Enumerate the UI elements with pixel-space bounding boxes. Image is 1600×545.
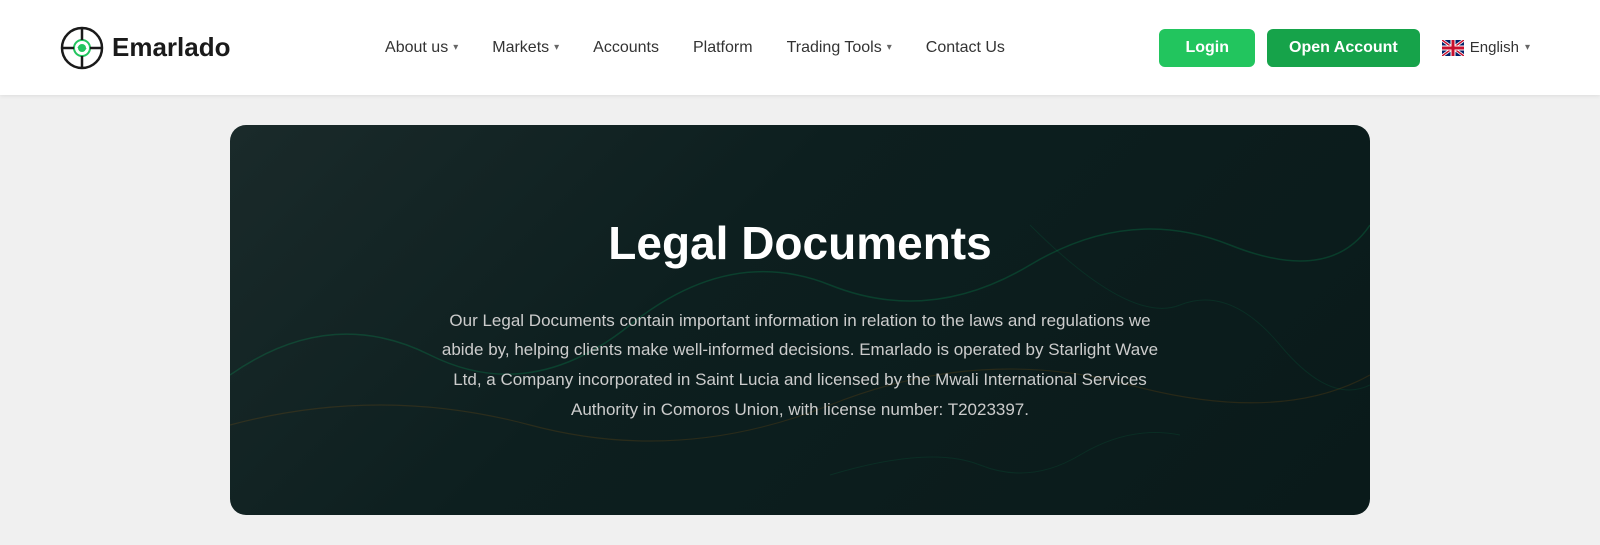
language-chevron-icon: ▾ xyxy=(1525,42,1530,53)
trading-tools-chevron-icon: ▾ xyxy=(887,42,892,53)
platform-label: Platform xyxy=(693,39,753,57)
open-account-button[interactable]: Open Account xyxy=(1267,29,1420,67)
logo-link[interactable]: Emarlado xyxy=(60,26,231,70)
contact-us-label: Contact Us xyxy=(926,39,1005,57)
accounts-label: Accounts xyxy=(593,39,659,57)
markets-label: Markets xyxy=(492,39,549,57)
nav-trading-tools[interactable]: Trading Tools ▾ xyxy=(771,31,908,65)
nav-actions: Login Open Account English ▾ xyxy=(1159,29,1540,67)
nav-accounts[interactable]: Accounts xyxy=(577,31,675,65)
language-selector[interactable]: English ▾ xyxy=(1432,33,1540,62)
nav-links: About us ▾ Markets ▾ Accounts Platform T… xyxy=(231,31,1160,65)
navbar: Emarlado About us ▾ Markets ▾ Accounts P… xyxy=(0,0,1600,95)
nav-contact-us[interactable]: Contact Us xyxy=(910,31,1021,65)
nav-platform[interactable]: Platform xyxy=(677,31,769,65)
hero-title: Legal Documents xyxy=(608,216,991,270)
nav-markets[interactable]: Markets ▾ xyxy=(476,31,575,65)
markets-chevron-icon: ▾ xyxy=(554,42,559,53)
login-button[interactable]: Login xyxy=(1159,29,1255,67)
trading-tools-label: Trading Tools xyxy=(787,39,882,57)
hero-description: Our Legal Documents contain important in… xyxy=(430,306,1170,425)
hero-card: Legal Documents Our Legal Documents cont… xyxy=(230,125,1370,515)
flag-icon xyxy=(1442,40,1464,56)
nav-about-us[interactable]: About us ▾ xyxy=(369,31,474,65)
language-label: English xyxy=(1470,39,1519,56)
main-content: Legal Documents Our Legal Documents cont… xyxy=(0,95,1600,545)
about-us-chevron-icon: ▾ xyxy=(453,42,458,53)
about-us-label: About us xyxy=(385,39,448,57)
brand-logo-icon xyxy=(60,26,104,70)
brand-name: Emarlado xyxy=(112,32,231,63)
